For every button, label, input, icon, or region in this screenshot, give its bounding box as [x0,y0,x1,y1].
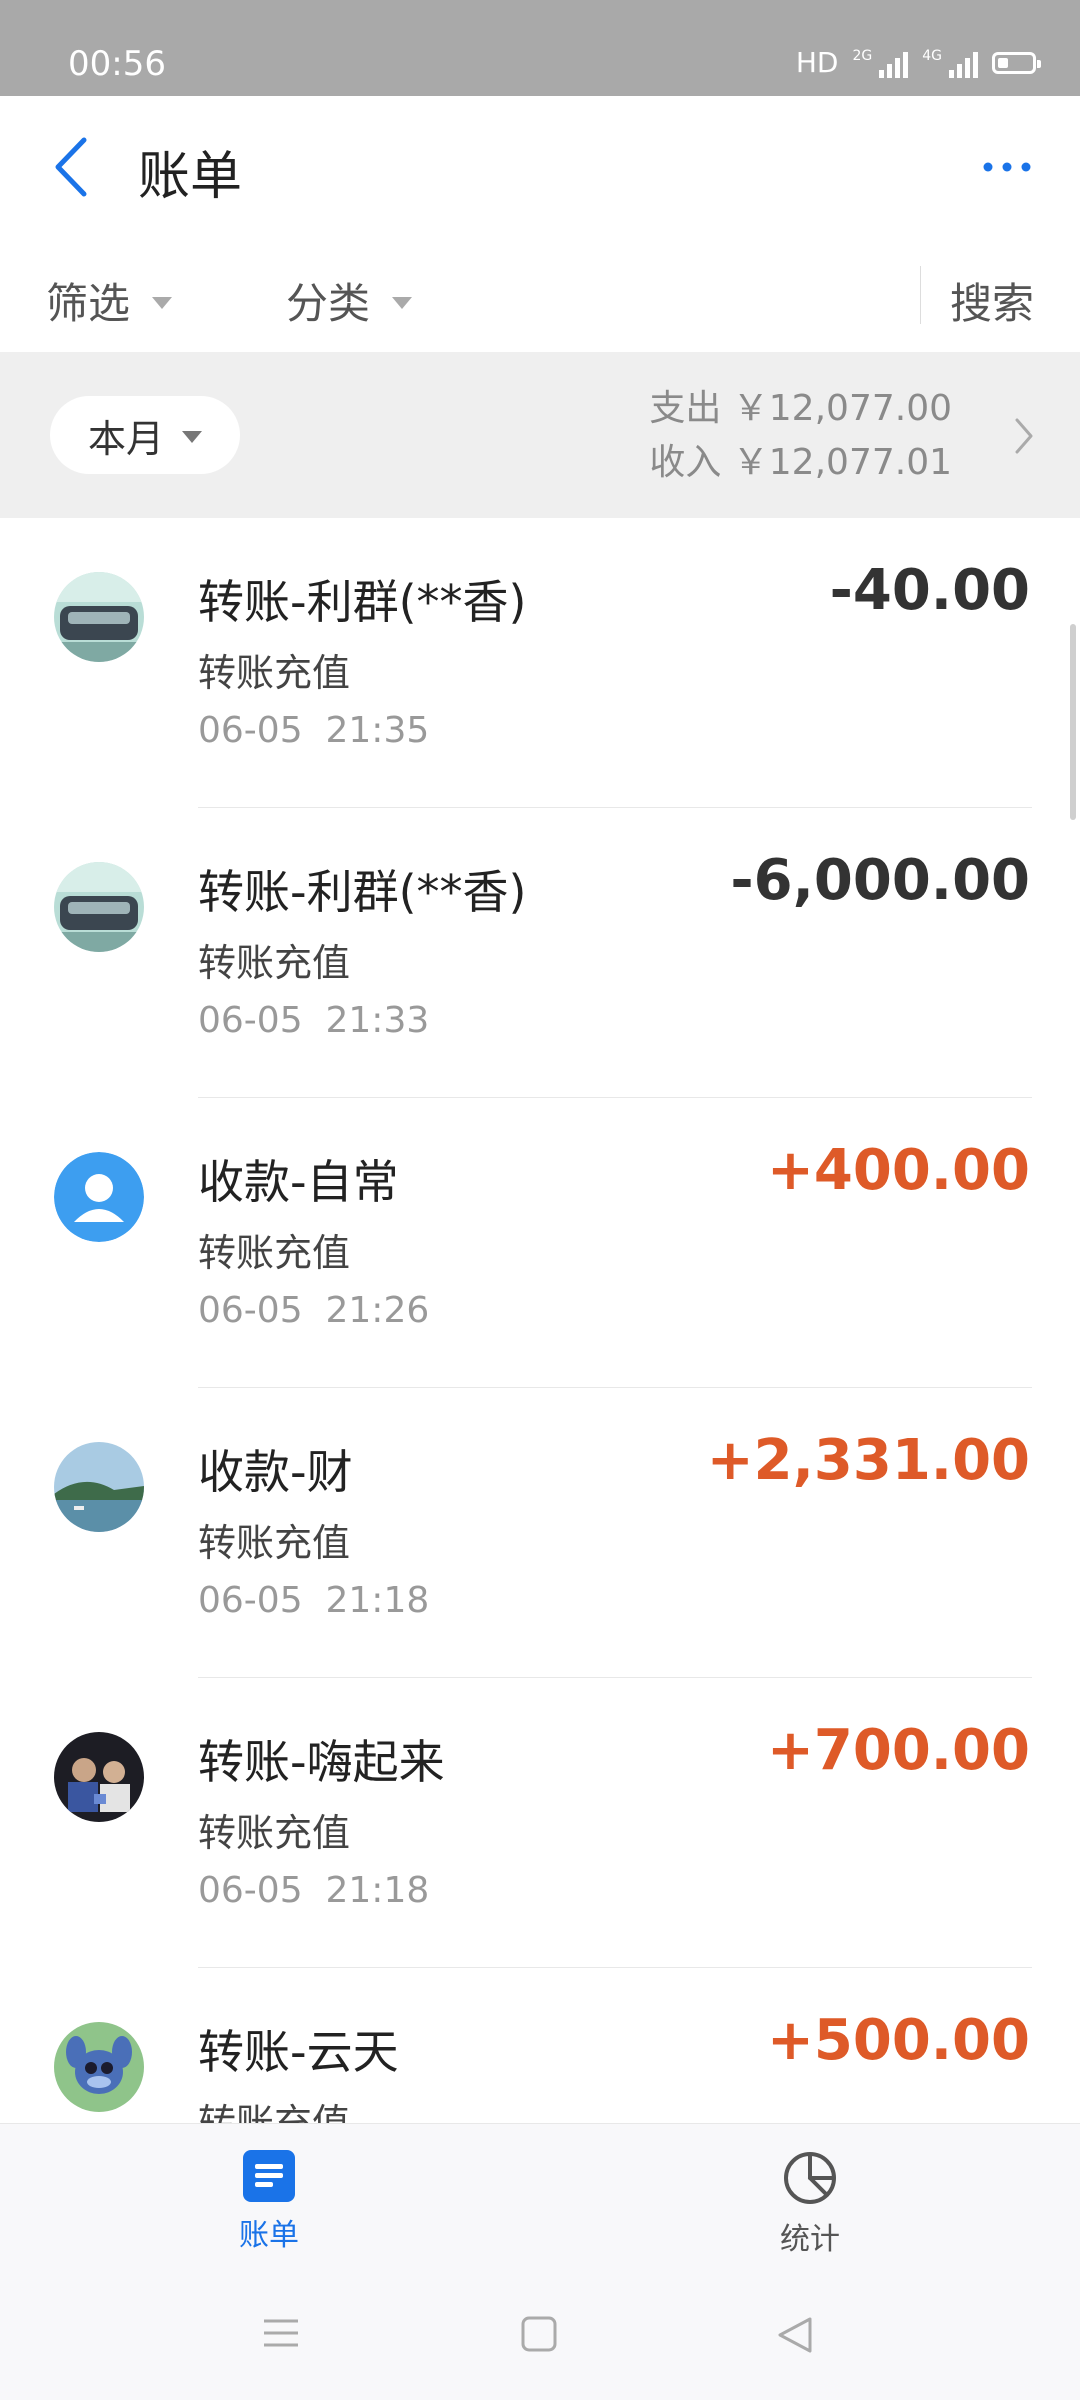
caret-down-icon [182,431,202,443]
page-title: 账单 [138,147,243,207]
back-arrow-icon[interactable] [48,132,98,202]
app-header: 账单 [0,96,1080,239]
signal-4g-icon: 4G [922,48,978,78]
tab-bill[interactable]: 账单 [209,2150,329,2254]
transaction-name: 转账-云天 [198,2025,399,2079]
status-bar: 00:56 HD 2G 4G [0,0,1080,96]
bottom-tab-bar: 账单 统计 [0,2123,1080,2276]
category-label: 分类 [286,279,371,328]
filter-bar: 筛选 分类 搜索 [0,238,1080,353]
transaction-datetime: 06-05 21:33 [198,1000,430,1041]
tab-stats[interactable]: 统计 [750,2150,870,2258]
category-dropdown[interactable]: 分类 [286,270,413,331]
transaction-datetime: 06-05 21:26 [198,1290,430,1331]
tab-bill-label: 账单 [239,2218,299,2253]
avatar-photo-car-icon [54,572,144,662]
transaction-row[interactable]: 收款-自常 转账充值 06-05 21:26 +400.00 [0,1098,1080,1388]
transaction-amount: -40.00 [829,558,1030,623]
transaction-name: 转账-嗨起来 [198,1735,445,1789]
avatar-photo-cartoon-icon [54,2022,144,2112]
more-options-icon[interactable] [982,152,1032,182]
transaction-name: 转账-利群(**香) [198,575,527,629]
transaction-list: 转账-利群(**香) 转账充值 06-05 21:35 -40.00 转账-利群… [0,518,1080,2123]
hd-indicator: HD [795,46,839,79]
transaction-type: 转账充值 [198,1521,351,1565]
transaction-type: 转账充值 [198,2101,351,2123]
transaction-row[interactable]: 转账-云天 转账充值 +500.00 [0,1968,1080,2123]
transaction-datetime: 06-05 21:18 [198,1580,430,1621]
transaction-row[interactable]: 转账-利群(**香) 转账充值 06-05 21:33 -6,000.00 [0,808,1080,1098]
pie-chart-icon [784,2152,836,2204]
battery-icon [992,51,1041,74]
home-icon[interactable] [520,2315,558,2353]
month-label: 本月 [87,416,164,461]
transaction-type: 转账充值 [198,1811,351,1855]
transaction-type: 转账充值 [198,1231,351,1275]
back-icon[interactable] [776,2315,814,2355]
income-total: 收入 ￥12,077.01 [649,442,952,483]
system-nav-bar [0,2275,1080,2400]
avatar-default-user-icon [54,1152,144,1242]
caret-down-icon [392,296,413,309]
transaction-name: 收款-财 [198,1445,353,1499]
filter-dropdown[interactable]: 筛选 [46,270,173,331]
transaction-row[interactable]: 转账-利群(**香) 转账充值 06-05 21:35 -40.00 [0,518,1080,808]
scrollbar[interactable] [1070,624,1076,820]
transaction-amount: +500.00 [766,2008,1030,2073]
transaction-amount: +700.00 [766,1718,1030,1783]
transaction-type: 转账充值 [198,941,351,985]
transaction-amount: +2,331.00 [706,1428,1030,1493]
month-selector[interactable]: 本月 [50,396,240,474]
transaction-datetime: 06-05 21:18 [198,1870,430,1911]
caret-down-icon [152,296,173,309]
transaction-amount: +400.00 [766,1138,1030,1203]
transaction-datetime: 06-05 21:35 [198,710,430,751]
transaction-type: 转账充值 [198,651,351,695]
transaction-amount: -6,000.00 [730,848,1030,913]
status-icons: HD 2G 4G [795,46,1041,79]
transaction-row[interactable]: 转账-嗨起来 转账充值 06-05 21:18 +700.00 [0,1678,1080,1968]
avatar-photo-car-icon [54,862,144,952]
menu-icon[interactable] [262,2315,300,2351]
signal-2g-icon: 2G [852,48,909,78]
transaction-row[interactable]: 收款-财 转账充值 06-05 21:18 +2,331.00 [0,1388,1080,1678]
search-button[interactable]: 搜索 [950,270,1034,331]
expense-total: 支出 ￥12,077.00 [649,388,952,429]
transaction-name: 转账-利群(**香) [198,865,527,919]
transaction-name: 收款-自常 [198,1155,399,1209]
bill-list-icon [243,2150,295,2202]
chevron-right-icon[interactable] [1012,414,1036,458]
avatar-photo-sea-icon [54,1442,144,1532]
divider [920,266,921,324]
tab-stats-label: 统计 [780,2222,840,2257]
filter-label: 筛选 [46,279,131,328]
status-time: 00:56 [68,44,166,84]
month-summary[interactable]: 本月 支出 ￥12,077.00 收入 ￥12,077.01 [0,352,1080,518]
totals: 支出 ￥12,077.00 收入 ￥12,077.01 [649,382,952,490]
avatar-photo-people-icon [54,1732,144,1822]
